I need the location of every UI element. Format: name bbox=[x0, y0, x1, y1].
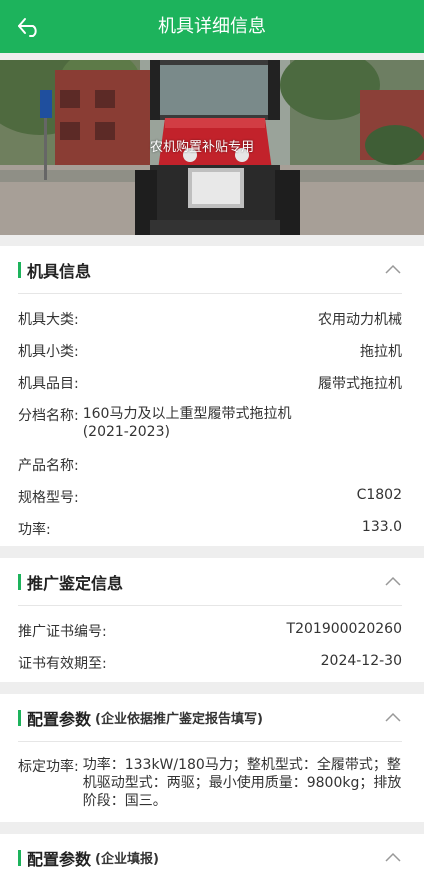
section-title: 配置参数 bbox=[27, 849, 92, 869]
promotion-header[interactable]: 推广鉴定信息 bbox=[18, 558, 402, 606]
row-value: C1802 bbox=[356, 487, 402, 503]
config-report-card: 配置参数 (企业依据推广鉴定报告填写) 标定功率: 功率：133kW/180马力… bbox=[0, 694, 424, 822]
config-company-card: 配置参数 (企业填报) bbox=[0, 834, 424, 881]
info-row-power: 功率: 133.0 bbox=[18, 519, 402, 539]
subsidy-watermark: 农机购置补贴专用 bbox=[150, 140, 255, 155]
row-label: 机具小类: bbox=[18, 344, 79, 360]
config-report-header[interactable]: 配置参数 (企业依据推广鉴定报告填写) bbox=[18, 694, 402, 742]
product-image-carousel[interactable]: 农机购置补贴专用 bbox=[0, 60, 424, 235]
info-row-valid-until: 证书有效期至: 2024-12-30 bbox=[18, 653, 402, 673]
chevron-up-icon[interactable] bbox=[384, 851, 402, 863]
info-row-rated-power: 标定功率: 功率：133kW/180马力；整机型式：全履带式；整机驱动型式：两驱… bbox=[18, 756, 402, 810]
section-title: 推广鉴定信息 bbox=[27, 573, 124, 593]
section-subtitle: (企业依据推广鉴定报告填写) bbox=[95, 712, 263, 727]
machine-info-header[interactable]: 机具信息 bbox=[18, 246, 402, 294]
info-row-model: 规格型号: C1802 bbox=[18, 487, 402, 507]
section-subtitle: (企业填报) bbox=[95, 852, 159, 867]
section-accent-bar bbox=[18, 709, 21, 726]
chevron-up-icon[interactable] bbox=[384, 575, 402, 587]
row-label: 产品名称: bbox=[18, 458, 79, 474]
row-value: 拖拉机 bbox=[360, 344, 402, 360]
section-title: 配置参数 bbox=[27, 709, 92, 729]
config-company-header[interactable]: 配置参数 (企业填报) bbox=[18, 834, 402, 881]
row-value: 农用动力机械 bbox=[318, 312, 402, 328]
row-label: 功率: bbox=[18, 522, 51, 538]
row-value: 160马力及以上重型履带式拖拉机 (2021-2023) bbox=[82, 406, 292, 440]
row-label: 证书有效期至: bbox=[18, 656, 107, 672]
app-header: 机具详细信息 bbox=[0, 0, 424, 53]
row-label: 推广证书编号: bbox=[18, 624, 107, 640]
chevron-up-icon[interactable] bbox=[384, 711, 402, 723]
promotion-card: 推广鉴定信息 推广证书编号: T201900020260 证书有效期至: 202… bbox=[0, 558, 424, 682]
row-value: 133.0 bbox=[361, 519, 402, 535]
row-label: 机具品目: bbox=[18, 376, 79, 392]
section-accent-bar bbox=[18, 261, 21, 278]
row-value: 履带式拖拉机 bbox=[318, 376, 402, 392]
row-label: 标定功率: bbox=[18, 759, 79, 775]
info-row-category: 机具大类: 农用动力机械 bbox=[18, 309, 402, 329]
machine-info-card: 机具信息 机具大类: 农用动力机械 机具小类: 拖拉机 机具品目: 履带式拖拉机… bbox=[0, 246, 424, 546]
section-accent-bar bbox=[18, 849, 21, 866]
section-accent-bar bbox=[18, 573, 21, 590]
row-label: 机具大类: bbox=[18, 312, 79, 328]
info-row-grade: 分档名称: 160马力及以上重型履带式拖拉机 (2021-2023) bbox=[18, 405, 402, 441]
row-label: 规格型号: bbox=[18, 490, 79, 506]
row-value: T201900020260 bbox=[286, 621, 402, 637]
page-title: 机具详细信息 bbox=[158, 16, 266, 37]
chevron-up-icon[interactable] bbox=[384, 263, 402, 275]
row-value: 功率：133kW/180马力；整机型式：全履带式；整机驱动型式：两驱；最小使用质… bbox=[82, 757, 402, 809]
info-row-subcategory: 机具小类: 拖拉机 bbox=[18, 341, 402, 361]
row-value: 2024-12-30 bbox=[320, 653, 402, 669]
info-row-certificate-no: 推广证书编号: T201900020260 bbox=[18, 621, 402, 641]
section-title: 机具信息 bbox=[27, 261, 92, 281]
row-label: 分档名称: bbox=[18, 408, 79, 424]
info-row-item: 机具品目: 履带式拖拉机 bbox=[18, 373, 402, 393]
info-row-product-name: 产品名称: bbox=[18, 455, 402, 475]
